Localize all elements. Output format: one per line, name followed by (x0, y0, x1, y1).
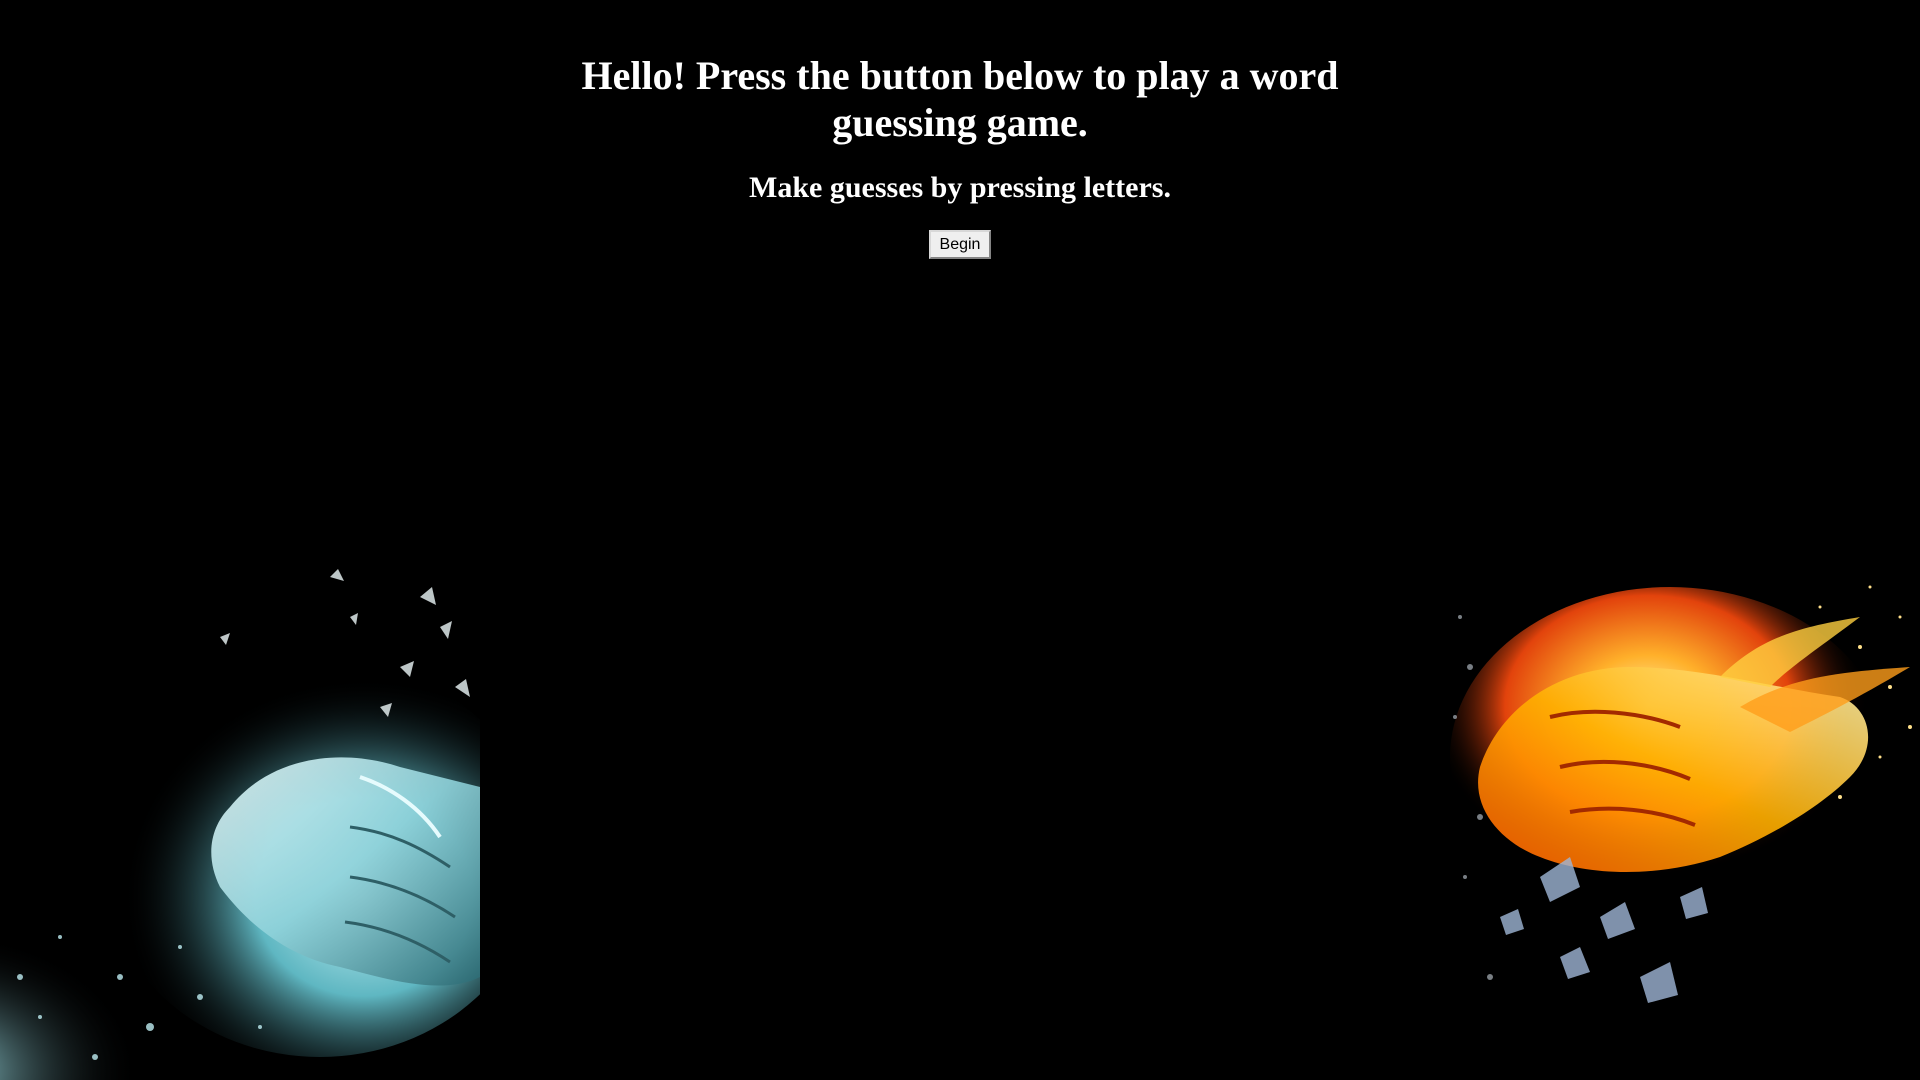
ice-fist-illustration (0, 557, 480, 1080)
begin-button[interactable]: Begin (929, 230, 991, 259)
fire-fist-illustration (1440, 557, 1920, 1080)
fire-fist-image (1440, 557, 1920, 1080)
instructions-text: Make guesses by pressing letters. (749, 171, 1171, 204)
page-title: Hello! Press the button below to play a … (581, 53, 1339, 145)
intro-section: Hello! Press the button below to play a … (0, 0, 1920, 259)
ice-fist-image (0, 557, 480, 1080)
